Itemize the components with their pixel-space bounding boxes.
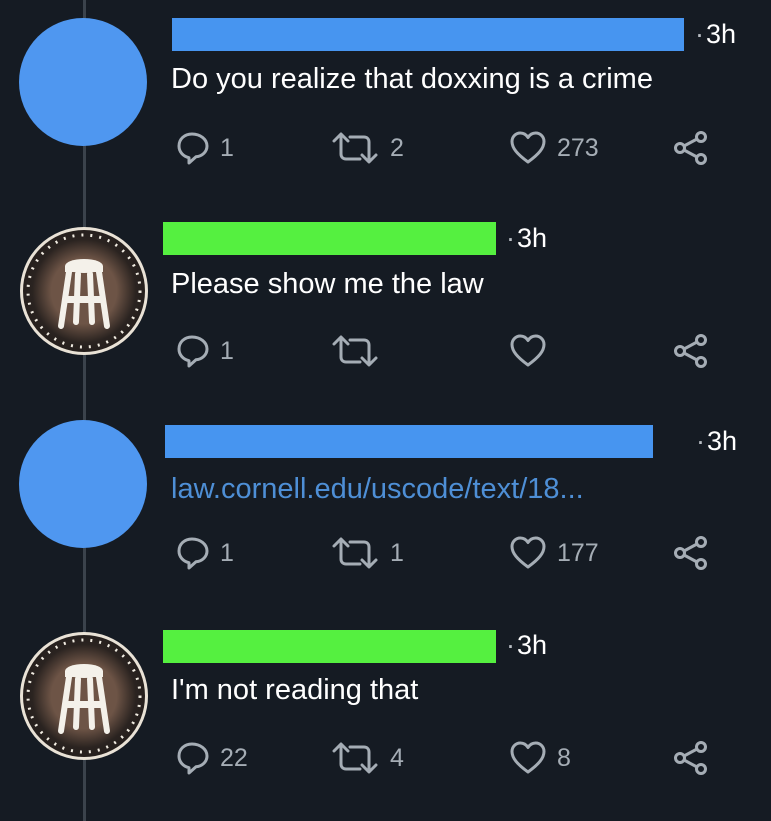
avatar[interactable] (19, 18, 147, 146)
timestamp: ·3h (695, 19, 737, 49)
retweet-arrows-icon (332, 742, 378, 774)
timestamp: ·3h (506, 223, 548, 253)
reply-count: 1 (220, 336, 234, 365)
share-nodes-icon (674, 741, 707, 775)
tweet-text: I'm not reading that (171, 674, 419, 706)
like-button[interactable]: 273 (509, 130, 599, 166)
tweet-link[interactable]: law.cornell.edu/uscode/text/18... (171, 473, 584, 506)
heart-icon (510, 334, 546, 367)
share-button[interactable] (671, 740, 711, 776)
tweet[interactable]: ·3h Do you realize that doxxing is a cri… (0, 0, 771, 205)
like-count: 177 (557, 538, 599, 567)
tweet[interactable]: ·3h I'm not reading that 22 4 8 (0, 610, 771, 821)
tweet[interactable]: ·3h law.cornell.edu/uscode/text/18... 1 … (0, 405, 771, 610)
reply-button[interactable]: 1 (174, 130, 234, 166)
reply-bubble-icon (177, 132, 209, 165)
retweet-count: 4 (390, 743, 404, 772)
reply-bubble-icon (177, 335, 209, 368)
retweet-count: 2 (390, 133, 404, 162)
barstool-logo-icon (26, 638, 142, 754)
retweet-button[interactable]: 4 (330, 740, 404, 776)
like-button[interactable]: 8 (509, 740, 571, 776)
retweet-count: 1 (390, 538, 404, 567)
avatar[interactable] (19, 420, 147, 548)
retweet-arrows-icon (332, 335, 378, 367)
reply-button[interactable]: 22 (174, 740, 248, 776)
tweet[interactable]: ·3h Please show me the law 1 (0, 205, 771, 405)
retweet-button[interactable]: 1 (330, 535, 404, 571)
share-button[interactable] (671, 333, 711, 369)
redacted-username[interactable] (163, 222, 496, 255)
like-button[interactable] (509, 333, 557, 369)
like-count: 8 (557, 743, 571, 772)
reply-button[interactable]: 1 (174, 535, 234, 571)
share-button[interactable] (671, 535, 711, 571)
share-nodes-icon (674, 131, 707, 165)
timestamp: ·3h (696, 426, 738, 456)
redacted-username[interactable] (165, 425, 653, 458)
retweet-button[interactable]: 2 (330, 130, 404, 166)
redacted-username[interactable] (163, 630, 496, 663)
reply-bubble-icon (177, 742, 209, 775)
share-nodes-icon (674, 536, 707, 570)
heart-icon (510, 741, 546, 774)
reply-count: 1 (220, 133, 234, 162)
share-button[interactable] (671, 130, 711, 166)
heart-icon (510, 131, 546, 164)
retweet-button[interactable] (330, 333, 390, 369)
reply-bubble-icon (177, 537, 209, 570)
heart-icon (510, 536, 546, 569)
retweet-arrows-icon (332, 132, 378, 164)
like-count: 273 (557, 133, 599, 162)
tweet-text: Do you realize that doxxing is a crime (171, 63, 653, 95)
reply-count: 22 (220, 743, 248, 772)
reply-button[interactable]: 1 (174, 333, 234, 369)
redacted-username[interactable] (172, 18, 684, 51)
reply-count: 1 (220, 538, 234, 567)
share-nodes-icon (674, 334, 707, 368)
timestamp: ·3h (506, 630, 548, 660)
like-button[interactable]: 177 (509, 535, 599, 571)
tweet-text: Please show me the law (171, 268, 484, 300)
retweet-arrows-icon (332, 537, 378, 569)
